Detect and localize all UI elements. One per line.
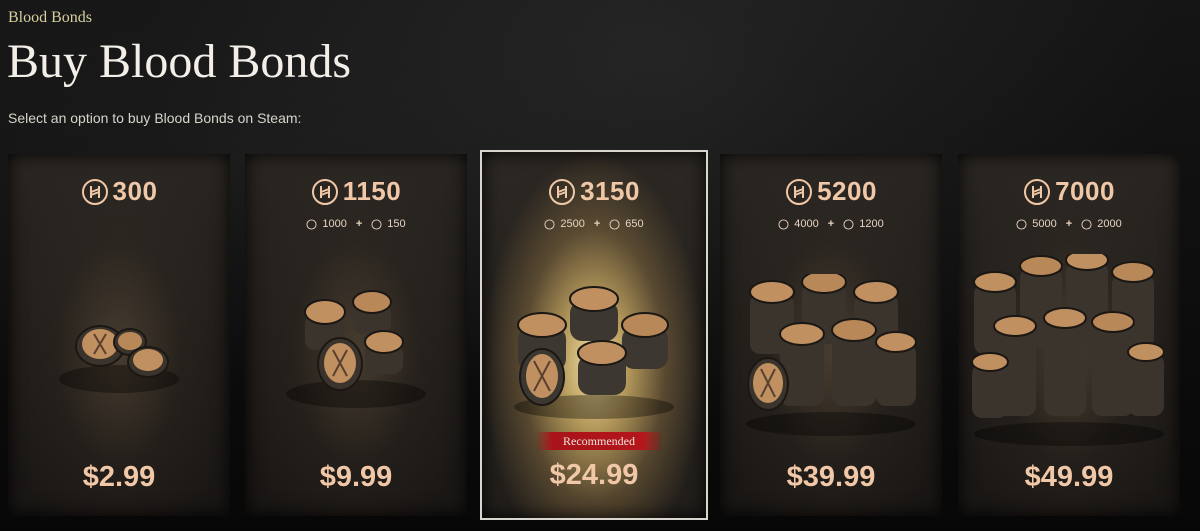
price-label: $39.99 [786, 461, 876, 493]
bundle-card-7000[interactable]: 7000 5000 + 2000 $49.99 [958, 154, 1180, 516]
bonus-amount: 2000 [1097, 218, 1122, 230]
amount-row: 1150 [245, 176, 467, 207]
coin-pile-image [514, 286, 674, 419]
blood-bond-coin-icon [1081, 218, 1092, 230]
bundle-card-1150[interactable]: 1150 1000 + 150 $9.99 [245, 154, 467, 516]
blood-bond-coin-icon [311, 178, 338, 205]
blood-bond-coin-icon [544, 218, 555, 230]
plus-sign: + [593, 218, 601, 230]
amount-row: 300 [8, 176, 230, 207]
amount-row: 7000 [958, 176, 1180, 207]
bundle-cards: 300 $2.99 1150 1000 + 150 $9.99 3150 250… [0, 150, 1200, 520]
bonus-amount: 650 [625, 218, 644, 230]
bonus-breakdown: 1000 + 150 [245, 218, 467, 230]
plus-sign: + [1065, 218, 1073, 230]
price-label: $9.99 [319, 461, 393, 493]
base-amount: 1000 [322, 218, 347, 230]
bundle-card-3150[interactable]: 3150 2500 + 650 Recommended $24.99 [480, 150, 708, 520]
blood-bond-coin-icon [786, 178, 813, 205]
blood-bond-coin-icon [306, 218, 317, 230]
bonus-breakdown: 4000 + 1200 [720, 218, 942, 230]
bundle-card-300[interactable]: 300 $2.99 [8, 154, 230, 516]
bond-amount: 5200 [817, 176, 877, 206]
blood-bond-coin-icon [549, 178, 576, 205]
amount-row: 5200 [720, 176, 942, 207]
base-amount: 5000 [1032, 218, 1057, 230]
bonus-amount: 1200 [859, 218, 884, 230]
plus-sign: + [355, 218, 363, 230]
coin-pile-image [971, 254, 1165, 446]
base-amount: 2500 [560, 218, 585, 230]
base-amount: 4000 [794, 218, 819, 230]
amount-row: 3150 [482, 176, 706, 207]
blood-bond-coin-icon [1016, 218, 1027, 230]
recommended-badge: Recommended [537, 432, 661, 450]
price-label: $49.99 [1024, 461, 1114, 493]
bond-amount: 3150 [580, 176, 640, 206]
coin-pile-image [746, 274, 917, 436]
bond-amount: 7000 [1055, 176, 1115, 206]
plus-sign: + [827, 218, 835, 230]
coin-pile-image [59, 325, 179, 393]
blood-bond-coin-icon [81, 178, 108, 205]
bundle-card-5200[interactable]: 5200 4000 + 1200 $39.99 [720, 154, 942, 516]
price-label: $2.99 [82, 461, 156, 493]
bonus-amount: 150 [387, 218, 406, 230]
price-label: $24.99 [549, 459, 639, 491]
blood-bond-coin-icon [843, 218, 854, 230]
blood-bond-coin-icon [371, 218, 382, 230]
bonus-breakdown: 2500 + 650 [482, 218, 706, 230]
bond-amount: 1150 [342, 176, 402, 206]
coin-pile-image [286, 290, 426, 408]
page-subtitle: Select an option to buy Blood Bonds on S… [8, 110, 302, 126]
breadcrumb[interactable]: Blood Bonds [8, 9, 92, 27]
blood-bond-coin-icon [609, 218, 620, 230]
blood-bond-coin-icon [1024, 178, 1051, 205]
page-title: Buy Blood Bonds [7, 35, 352, 88]
bonus-breakdown: 5000 + 2000 [958, 218, 1180, 230]
blood-bond-coin-icon [778, 218, 789, 230]
bond-amount: 300 [112, 176, 158, 206]
